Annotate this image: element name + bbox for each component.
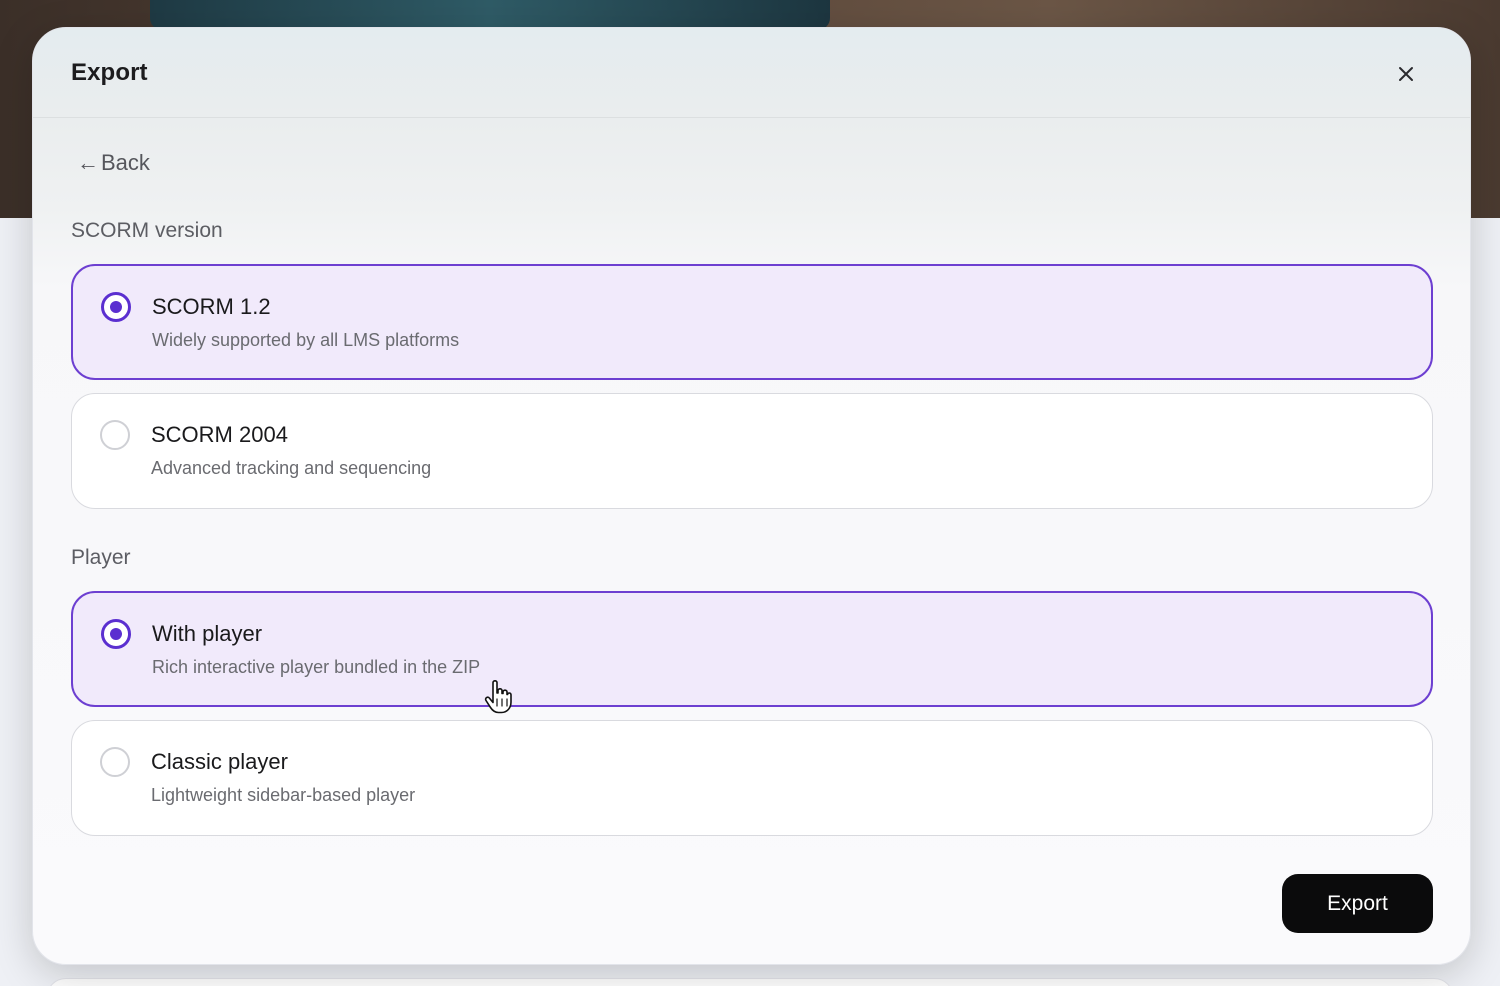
option-scorm-1-2[interactable]: SCORM 1.2 Widely supported by all LMS pl…	[71, 264, 1433, 380]
radio-scorm-1-2[interactable]	[101, 292, 131, 322]
option-title: Classic player	[151, 749, 288, 774]
player-label: Player	[71, 546, 131, 569]
option-title: SCORM 1.2	[152, 294, 271, 319]
export-button[interactable]: Export	[1282, 874, 1433, 933]
option-description: Lightweight sidebar-based player	[151, 785, 416, 805]
scorm-version-label: SCORM version	[71, 219, 223, 242]
dialog-title: Export	[71, 59, 148, 86]
option-title: SCORM 2004	[151, 422, 288, 447]
radio-with-player[interactable]	[101, 619, 131, 649]
export-dialog: Export ← Back SCORM version SCORM 1.2 Wi…	[32, 27, 1471, 965]
dialog-header: Export	[33, 28, 1470, 118]
back-button[interactable]: ← Back	[77, 150, 150, 176]
option-description: Advanced tracking and sequencing	[151, 458, 432, 478]
option-scorm-2004[interactable]: SCORM 2004 Advanced tracking and sequenc…	[71, 393, 1433, 509]
option-description: Rich interactive player bundled in the Z…	[152, 657, 481, 677]
close-button[interactable]	[1392, 60, 1420, 88]
option-description: Widely supported by all LMS platforms	[152, 330, 460, 350]
option-with-player[interactable]: With player Rich interactive player bund…	[71, 591, 1433, 707]
radio-classic-player[interactable]	[100, 747, 130, 777]
option-classic-player[interactable]: Classic player Lightweight sidebar-based…	[71, 720, 1433, 836]
radio-scorm-2004[interactable]	[100, 420, 130, 450]
background-card	[46, 978, 1454, 986]
option-title: With player	[152, 621, 263, 646]
arrow-left-icon: ←	[77, 150, 99, 175]
close-icon	[1399, 67, 1413, 81]
back-label: Back	[101, 150, 150, 175]
